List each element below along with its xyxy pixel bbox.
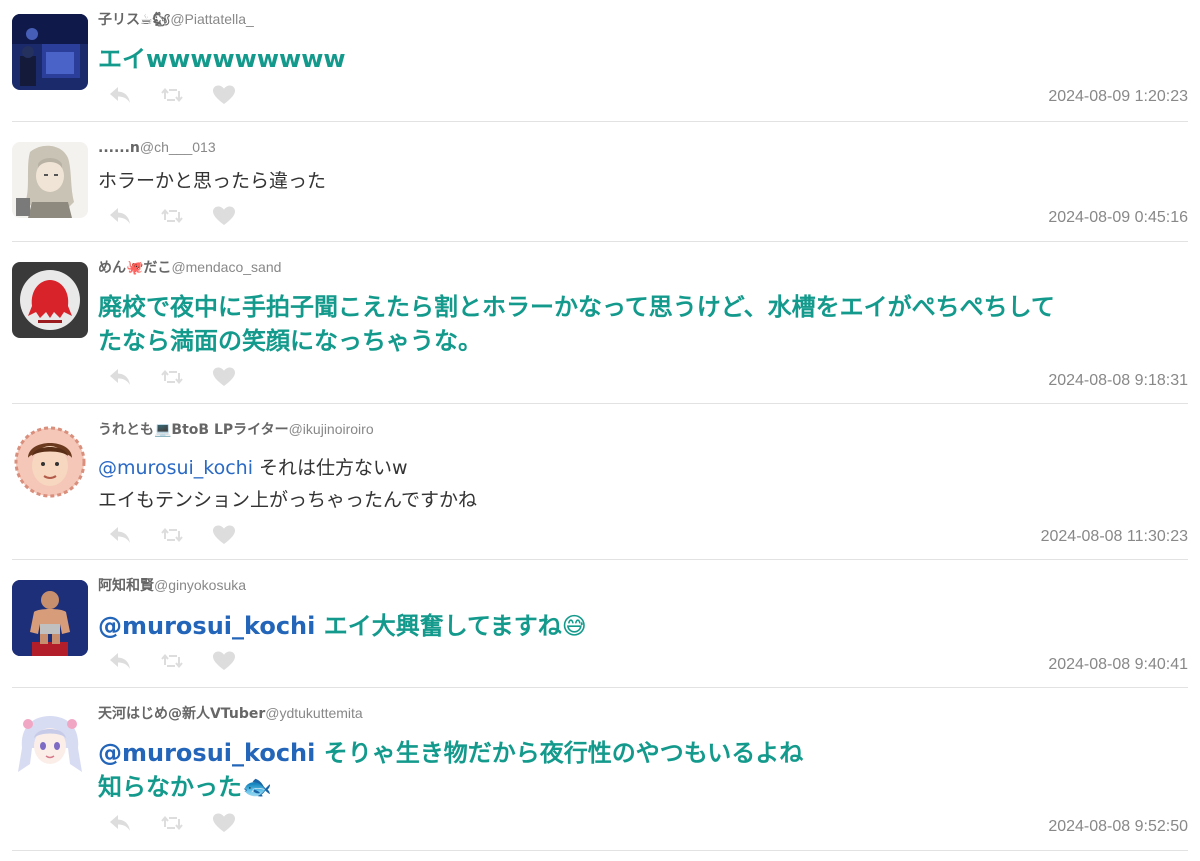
tweet-meta: 天河はじめ@新人VTuber@ydtukuttemita [98,704,363,723]
reply-icon [110,87,130,103]
retweet-button[interactable] [160,812,184,834]
tweet-item: ......n@ch___013 ホラーかと思ったら違った 2024-08-09… [0,122,1200,242]
tweet-line: 知らなかった🐟 [98,773,272,801]
retweet-button[interactable] [160,524,184,546]
retweet-icon [161,527,183,543]
tweet-text: @murosui_kochi そりゃ生き物だから夜行性のやつもいるよね 知らなか… [98,736,1180,804]
reply-icon [110,369,130,385]
user-handle[interactable]: @Piattatella_ [170,11,253,27]
mention-link[interactable]: @murosui_kochi [98,457,253,479]
tweet-item: 阿知和賢@ginyokosuka @murosui_kochi エイ大興奮してま… [0,560,1200,688]
reply-button[interactable] [108,650,132,672]
tweet-text: @murosui_kochi エイ大興奮してますね😅 [98,609,1180,643]
username[interactable]: ......n [98,140,140,156]
timestamp: 2024-08-08 11:30:23 [1040,528,1188,545]
tweet-item: めん🐙だこ@mendaco_sand 廃校で夜中に手拍子聞こえたら割とホラーかな… [0,242,1200,404]
vtuber-girl-icon [12,708,88,784]
tweet-text: 廃校で夜中に手拍子聞こえたら割とホラーかなって思うけど、水槽をエイがぺちぺちして… [98,290,1180,358]
user-handle[interactable]: @ikujinoiroiro [289,421,374,437]
reply-button[interactable] [108,366,132,388]
reply-icon [110,653,130,669]
tweet-text: エイwwwwwwwww [98,42,1180,76]
heart-icon [213,367,235,386]
heart-icon [213,206,235,225]
heart-icon [213,651,235,670]
retweet-button[interactable] [160,366,184,388]
retweet-button[interactable] [160,84,184,106]
timestamp: 2024-08-08 9:18:31 [1048,372,1188,389]
tweet-meta: ......n@ch___013 [98,138,216,157]
mention-link[interactable]: @murosui_kochi [98,739,315,767]
reply-icon [110,208,130,224]
reply-button[interactable] [108,84,132,106]
anime-character-icon [12,142,88,218]
tweet-line: エイwwwwwwwww [98,45,346,73]
user-handle[interactable]: @mendaco_sand [171,259,281,275]
tweet-text: @murosui_kochi それは仕方ないw エイもテンション上がっちゃったん… [98,452,1180,516]
mention-link[interactable]: @murosui_kochi [98,612,315,640]
avatar[interactable] [12,580,88,656]
like-button[interactable] [212,650,236,672]
tweet-meta: 子リス☕🐿@Piattatella_ [98,10,254,29]
tweet-feed: 子リス☕🐿@Piattatella_ エイwwwwwwwww 2024-08-0… [0,0,1200,861]
avatar[interactable] [12,14,88,90]
retweet-icon [161,87,183,103]
tweet-text: ホラーかと思ったら違った [98,165,1180,197]
divider [12,850,1188,851]
tweet-line: エイ大興奮してますね😅 [315,612,587,640]
retweet-button[interactable] [160,205,184,227]
red-octopus-logo-icon [12,262,88,338]
tweet-line: エイもテンション上がっちゃったんですかね [98,489,478,511]
heart-icon [213,813,235,832]
reply-button[interactable] [108,812,132,834]
reply-icon [110,527,130,543]
username[interactable]: 天河はじめ@新人VTuber [98,706,265,722]
tweet-line: 廃校で夜中に手拍子聞こえたら割とホラーかなって思うけど、水槽をエイがぺちぺちして [98,293,1055,321]
reply-icon [110,815,130,831]
retweet-icon [161,208,183,224]
avatar[interactable] [12,424,88,500]
user-handle[interactable]: @ydtukuttemita [265,705,362,721]
timestamp: 2024-08-08 9:40:41 [1048,656,1188,673]
reply-button[interactable] [108,205,132,227]
aquarium-photo-icon [12,14,88,90]
timestamp: 2024-08-09 1:20:23 [1048,88,1188,105]
tweet-meta: うれとも💻BtoB LPライター@ikujinoiroiro [98,420,374,439]
retweet-icon [161,369,183,385]
retweet-icon [161,653,183,669]
avatar[interactable] [12,708,88,784]
tweet-line: ホラーかと思ったら違った [98,170,327,192]
like-button[interactable] [212,84,236,106]
username[interactable]: 阿知和賢 [98,578,154,594]
wrestler-photo-icon [12,580,88,656]
retweet-button[interactable] [160,650,184,672]
timestamp: 2024-08-09 0:45:16 [1048,209,1188,226]
tweet-meta: 阿知和賢@ginyokosuka [98,576,246,595]
tweet-item: 子リス☕🐿@Piattatella_ エイwwwwwwwww 2024-08-0… [0,0,1200,122]
like-button[interactable] [212,205,236,227]
tweet-line: それは仕方ないw [253,457,408,479]
avatar[interactable] [12,262,88,338]
like-button[interactable] [212,366,236,388]
user-handle[interactable]: @ginyokosuka [154,577,246,593]
username[interactable]: 子リス☕🐿 [98,12,170,28]
username[interactable]: うれとも💻BtoB LPライター [98,422,289,438]
tweet-item: うれとも💻BtoB LPライター@ikujinoiroiro @murosui_… [0,404,1200,560]
face-illustration-icon [12,424,88,500]
like-button[interactable] [212,524,236,546]
reply-button[interactable] [108,524,132,546]
retweet-icon [161,815,183,831]
username[interactable]: めん🐙だこ [98,260,171,276]
heart-icon [213,85,235,104]
tweet-line: そりゃ生き物だから夜行性のやつもいるよね [315,739,804,767]
user-handle[interactable]: @ch___013 [140,139,216,155]
tweet-line: たなら満面の笑顔になっちゃうな。 [98,327,482,355]
tweet-meta: めん🐙だこ@mendaco_sand [98,258,281,277]
avatar[interactable] [12,142,88,218]
timestamp: 2024-08-08 9:52:50 [1048,818,1188,835]
tweet-item: 天河はじめ@新人VTuber@ydtukuttemita @murosui_ko… [0,688,1200,861]
like-button[interactable] [212,812,236,834]
heart-icon [213,525,235,544]
